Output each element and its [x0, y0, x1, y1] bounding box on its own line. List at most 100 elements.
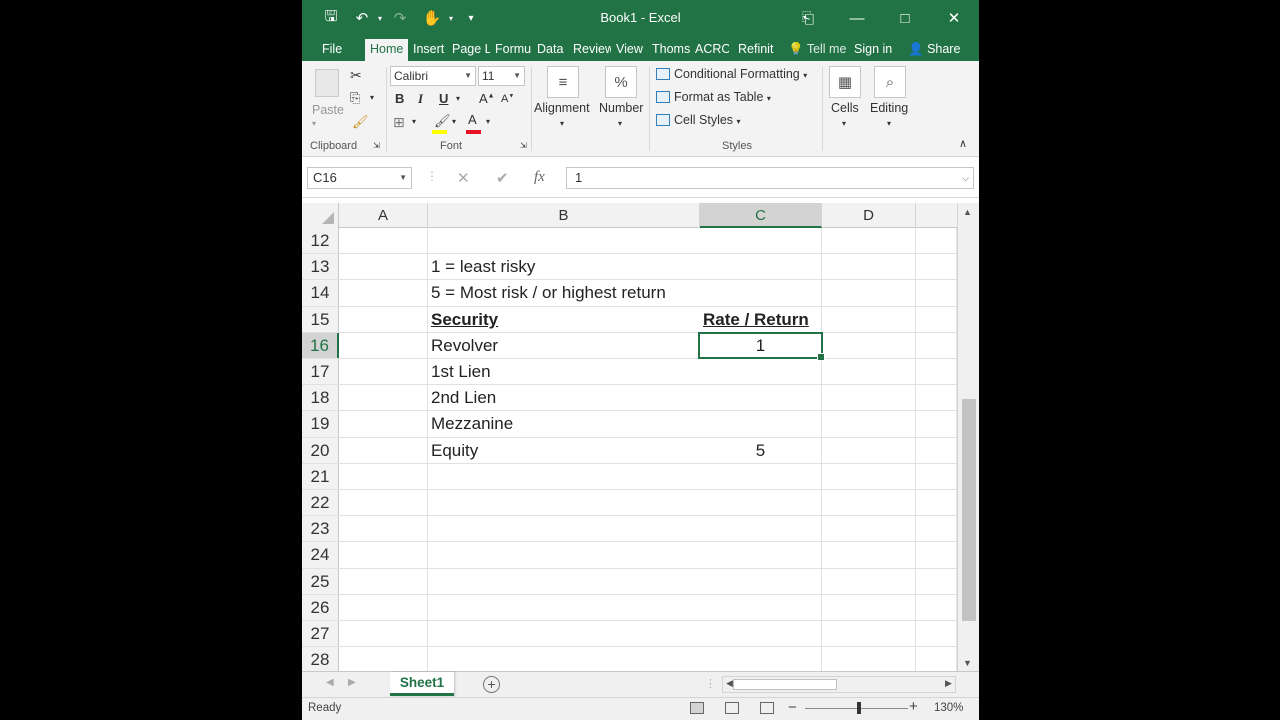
row-header[interactable]: 28: [302, 647, 339, 671]
cell-e[interactable]: [916, 647, 957, 671]
row-header[interactable]: 23: [302, 516, 339, 542]
page-break-view-icon[interactable]: [760, 702, 774, 714]
cell-a[interactable]: [339, 359, 428, 385]
cells-dropdown-icon[interactable]: ▾: [842, 119, 846, 128]
cell-d[interactable]: [822, 594, 916, 620]
cell-b[interactable]: [428, 647, 700, 671]
prev-sheet-icon[interactable]: ◀: [326, 677, 334, 688]
ribbon-display-icon[interactable]: ⎗: [793, 6, 823, 30]
cell-c[interactable]: [700, 463, 822, 489]
cell-b[interactable]: [428, 490, 700, 515]
cell-e[interactable]: [916, 568, 957, 594]
cell-d[interactable]: [822, 306, 916, 332]
cell-e[interactable]: [916, 306, 957, 332]
fill-dropdown-icon[interactable]: ▾: [452, 117, 456, 126]
cell-d[interactable]: [822, 437, 916, 463]
cell-e[interactable]: [916, 516, 957, 542]
cell-a[interactable]: [339, 490, 428, 516]
scroll-right-icon[interactable]: ▶: [945, 678, 952, 689]
tab-split-handle[interactable]: ⋮: [705, 677, 716, 690]
insert-function-button[interactable]: fx: [534, 169, 545, 186]
cell-e[interactable]: [916, 411, 957, 437]
scroll-left-icon[interactable]: ◀: [726, 678, 733, 689]
cell-e[interactable]: [916, 280, 957, 306]
vertical-scrollbar[interactable]: ▲ ▼: [957, 203, 979, 671]
tab-home[interactable]: Home: [365, 39, 409, 61]
row-header[interactable]: 20: [302, 437, 339, 463]
tab-insert[interactable]: Insert: [411, 39, 445, 61]
cell-e[interactable]: [916, 621, 957, 647]
number-dropdown-icon[interactable]: ▾: [618, 119, 622, 128]
cell-d[interactable]: [822, 332, 916, 358]
row-header[interactable]: 27: [302, 621, 339, 647]
zoom-out-icon[interactable]: −: [788, 699, 797, 716]
vertical-scroll-thumb[interactable]: [962, 399, 976, 621]
tab-data[interactable]: Data: [535, 39, 565, 61]
cell-b[interactable]: [428, 595, 700, 620]
cell-c[interactable]: [700, 621, 822, 647]
cell-e[interactable]: [916, 542, 957, 568]
formula-input[interactable]: 1 ⌵: [566, 167, 974, 189]
minimize-icon[interactable]: —: [842, 6, 872, 30]
horizontal-scrollbar[interactable]: ◀ ▶: [722, 676, 956, 693]
zoom-level[interactable]: 130%: [934, 702, 963, 714]
row-header[interactable]: 14: [302, 280, 339, 306]
row-header[interactable]: 13: [302, 254, 339, 280]
cancel-icon[interactable]: ✕: [457, 169, 470, 187]
cell-d[interactable]: [822, 621, 916, 647]
cell-a[interactable]: [339, 542, 428, 568]
cell-a[interactable]: [339, 254, 428, 280]
cell-c[interactable]: 1: [700, 332, 822, 358]
cell-d[interactable]: [822, 542, 916, 568]
column-header-b[interactable]: B: [428, 203, 700, 228]
cell-b[interactable]: Security: [428, 307, 700, 332]
editing-dropdown-icon[interactable]: ▾: [887, 119, 891, 128]
cell-d[interactable]: [822, 411, 916, 437]
tab-formulas[interactable]: Formu: [493, 39, 531, 61]
tab-acrobat[interactable]: ACRO: [693, 39, 729, 61]
cell-e[interactable]: [916, 385, 957, 411]
cell-c[interactable]: [700, 542, 822, 568]
font-name-combo[interactable]: Calibri ▼: [390, 66, 476, 86]
cell-e[interactable]: [916, 594, 957, 620]
cell-d[interactable]: [822, 490, 916, 516]
row-header[interactable]: 18: [302, 385, 339, 411]
font-size-combo[interactable]: 11 ▼: [478, 66, 525, 86]
add-sheet-icon[interactable]: +: [483, 676, 500, 693]
cell-b[interactable]: 1 = least risky: [428, 254, 700, 279]
zoom-in-icon[interactable]: +: [909, 698, 918, 715]
cell-d[interactable]: [822, 254, 916, 280]
cell-b[interactable]: Mezzanine: [428, 411, 700, 436]
percent-icon[interactable]: %: [605, 66, 637, 98]
cell-a[interactable]: [339, 332, 428, 358]
row-header[interactable]: 22: [302, 490, 339, 516]
search-icon[interactable]: ⌕: [874, 66, 906, 98]
borders-dropdown-icon[interactable]: ▾: [412, 117, 416, 126]
cell-b[interactable]: Revolver: [428, 333, 700, 358]
cell-a[interactable]: [339, 463, 428, 489]
cell-c[interactable]: [700, 516, 822, 542]
cell-d[interactable]: [822, 568, 916, 594]
italic-button[interactable]: I: [418, 91, 423, 107]
cell-d[interactable]: [822, 359, 916, 385]
cut-icon[interactable]: ✂: [350, 67, 362, 84]
cell-styles-button[interactable]: Cell Styles ▾: [656, 113, 741, 127]
underline-button[interactable]: U: [439, 91, 448, 106]
borders-icon[interactable]: ⊞: [393, 114, 405, 131]
cell-c[interactable]: [700, 594, 822, 620]
scroll-up-icon[interactable]: ▲: [963, 207, 972, 217]
copy-dropdown-icon[interactable]: ▾: [370, 93, 374, 102]
font-color-button[interactable]: A: [468, 112, 477, 127]
underline-dropdown-icon[interactable]: ▾: [456, 94, 460, 103]
zoom-slider-thumb[interactable]: [857, 702, 861, 714]
enter-icon[interactable]: ✔: [496, 169, 509, 187]
cells-icon[interactable]: ▦: [829, 66, 861, 98]
cell-b[interactable]: Equity: [428, 438, 700, 463]
cell-a[interactable]: [339, 516, 428, 542]
cell-a[interactable]: [339, 568, 428, 594]
tab-view[interactable]: View: [614, 39, 646, 61]
sheet-tab-sheet1[interactable]: Sheet1: [390, 672, 454, 696]
row-header[interactable]: 26: [302, 594, 339, 620]
select-all-button[interactable]: [302, 203, 339, 228]
cell-c[interactable]: [700, 280, 822, 306]
